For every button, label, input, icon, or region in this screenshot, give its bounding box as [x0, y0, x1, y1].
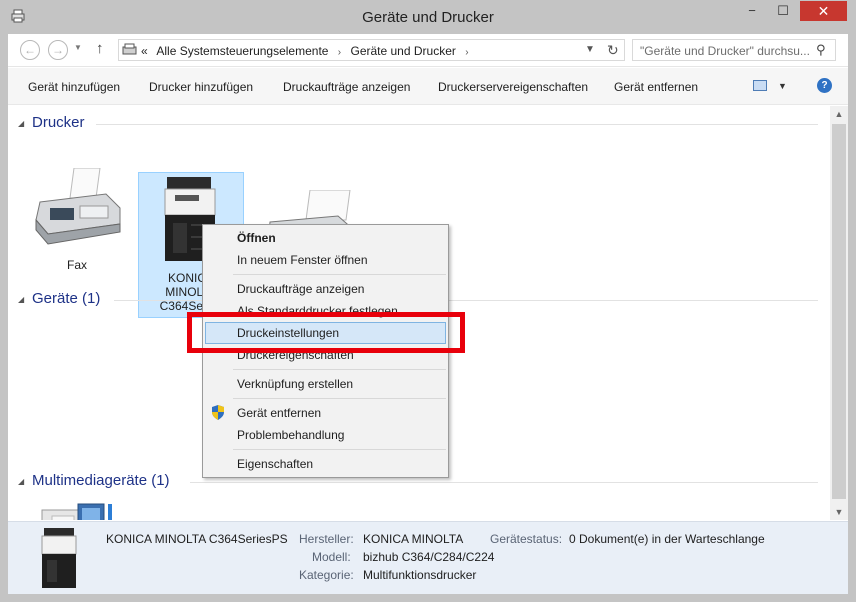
- breadcrumb-overflow[interactable]: «: [141, 44, 148, 58]
- device-fax[interactable]: Fax: [22, 164, 132, 282]
- details-model-label: Modell:: [312, 550, 351, 564]
- details-pane: KONICA MINOLTA C364SeriesPS Hersteller: …: [8, 521, 848, 594]
- group-title-multimedia: Multimediageräte (1): [32, 472, 170, 489]
- details-status-label: Gerätestatus:: [490, 532, 563, 546]
- menu-item-troubleshoot[interactable]: Problembehandlung: [205, 424, 446, 446]
- details-status-value: 0 Dokument(e) in der Warteschlange: [569, 532, 765, 546]
- add-printer-button[interactable]: Drucker hinzufügen: [149, 80, 253, 94]
- breadcrumb-separator-icon[interactable]: ›: [338, 47, 341, 58]
- maximize-button[interactable]: ☐: [770, 1, 796, 21]
- device-label-fax: Fax: [66, 258, 87, 272]
- add-device-button[interactable]: Gerät hinzufügen: [28, 80, 120, 94]
- control-panel-icon: [122, 43, 137, 55]
- collapse-caret-icon[interactable]: ◢: [18, 119, 24, 128]
- collapse-caret-icon[interactable]: ◢: [18, 477, 24, 486]
- window-title: Geräte und Drucker: [362, 9, 494, 26]
- group-printers[interactable]: ◢ Drucker: [18, 114, 818, 134]
- menu-item-properties[interactable]: Eigenschaften: [205, 453, 446, 475]
- address-dropdown-icon[interactable]: ▼: [585, 44, 595, 55]
- details-category-value: Multifunktionsdrucker: [363, 568, 477, 582]
- change-view-icon[interactable]: [753, 80, 767, 91]
- vertical-scrollbar[interactable]: ▲ ▼: [830, 106, 848, 520]
- menu-separator: [233, 369, 446, 370]
- back-button[interactable]: ←: [20, 40, 40, 60]
- details-manufacturer-value: KONICA MINOLTA: [363, 532, 464, 546]
- recent-locations-dropdown-icon[interactable]: ▼: [74, 43, 82, 52]
- breadcrumb-control-panel[interactable]: Alle Systemsteuerungselemente: [156, 44, 328, 58]
- menu-separator: [233, 274, 446, 275]
- details-device-name: KONICA MINOLTA C364SeriesPS: [106, 532, 288, 546]
- highlight-callout-box: [187, 312, 465, 353]
- menu-separator: [233, 449, 446, 450]
- details-category-label: Kategorie:: [299, 568, 354, 582]
- command-bar: Gerät hinzufügen Drucker hinzufügen Druc…: [8, 68, 848, 105]
- refresh-icon[interactable]: ↻: [607, 42, 619, 59]
- minimize-button[interactable]: −: [739, 1, 765, 21]
- details-manufacturer-label: Hersteller:: [299, 532, 354, 546]
- search-icon[interactable]: ⚲: [816, 42, 826, 58]
- scrollbar-thumb[interactable]: [832, 124, 846, 499]
- scroll-down-arrow-icon[interactable]: ▼: [830, 504, 848, 520]
- address-bar[interactable]: « Alle Systemsteuerungselemente › Geräte…: [118, 39, 625, 61]
- uac-shield-icon: [212, 405, 224, 420]
- details-model-value: bizhub C364/C284/C224: [363, 550, 495, 564]
- menu-item-remove-device[interactable]: Gerät entfernen: [205, 402, 446, 424]
- menu-item-open-new-window[interactable]: In neuem Fenster öffnen: [205, 249, 446, 271]
- search-input[interactable]: "Geräte und Drucker" durchsu...: [640, 44, 810, 58]
- menu-item-view-print-jobs[interactable]: Druckaufträge anzeigen: [205, 278, 446, 300]
- up-arrow-icon[interactable]: ↑: [96, 40, 104, 57]
- menu-item-open[interactable]: Öffnen: [205, 227, 446, 249]
- multifunction-printer-icon: [41, 528, 77, 588]
- breadcrumb-devices-printers[interactable]: Geräte und Drucker: [350, 44, 455, 58]
- search-box[interactable]: "Geräte und Drucker" durchsu... ⚲: [632, 39, 836, 61]
- group-title-printers: Drucker: [32, 114, 85, 131]
- menu-item-create-shortcut[interactable]: Verknüpfung erstellen: [205, 373, 446, 395]
- breadcrumb-separator-icon[interactable]: ›: [465, 47, 468, 58]
- window: Geräte und Drucker − ☐ ✕ ← → ▼ ↑ « Alle …: [0, 0, 856, 602]
- print-server-properties-button[interactable]: Druckerservereigenschaften: [438, 80, 588, 94]
- view-options-dropdown-icon[interactable]: ▼: [778, 81, 787, 91]
- remove-device-button[interactable]: Gerät entfernen: [614, 80, 698, 94]
- title-bar: Geräte und Drucker − ☐ ✕: [0, 0, 856, 34]
- scroll-up-arrow-icon[interactable]: ▲: [830, 106, 848, 122]
- collapse-caret-icon[interactable]: ◢: [18, 295, 24, 304]
- media-device-icon: [41, 503, 112, 520]
- help-icon[interactable]: ?: [817, 78, 832, 93]
- group-title-devices: Geräte (1): [32, 290, 101, 307]
- group-divider: [96, 124, 818, 125]
- device-media[interactable]: [38, 498, 128, 520]
- close-button[interactable]: ✕: [800, 1, 847, 21]
- navigation-bar: ← → ▼ ↑ « Alle Systemsteuerungselemente …: [8, 34, 848, 67]
- view-print-jobs-button[interactable]: Druckaufträge anzeigen: [283, 80, 410, 94]
- forward-button[interactable]: →: [48, 40, 68, 60]
- fax-icon: [35, 168, 121, 245]
- group-divider: [190, 482, 818, 483]
- menu-separator: [233, 398, 446, 399]
